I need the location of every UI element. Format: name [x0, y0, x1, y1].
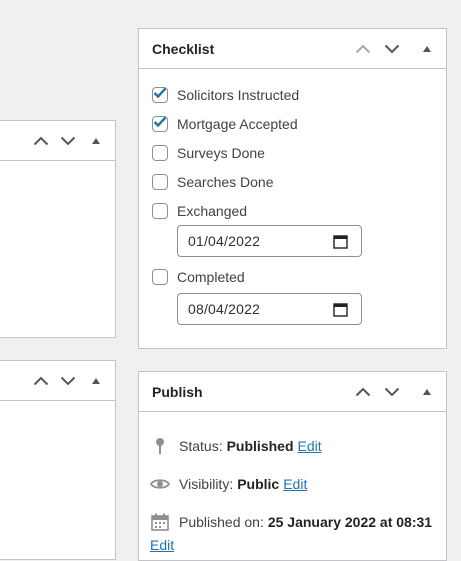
move-up-button[interactable] [352, 381, 374, 403]
checklist-item-surveys-done[interactable]: Surveys Done [152, 143, 265, 163]
published-on-label: Published on: [179, 514, 264, 530]
checklist-title: Checklist [152, 41, 215, 57]
publish-status-row: Status: Published Edit [150, 436, 322, 456]
checklist-panel: Checklist Solicitors Instructed Mortgage… [138, 28, 447, 349]
date-value: 08/04/2022 [188, 301, 261, 317]
visibility-value: Public [237, 476, 280, 492]
edit-status-link[interactable]: Edit [298, 438, 322, 454]
left-meta-box-upper-header [0, 121, 115, 161]
toggle-panel-button[interactable] [85, 130, 107, 152]
chevron-up-icon [33, 136, 49, 146]
left-meta-box-lower [0, 360, 116, 560]
triangle-up-icon [91, 137, 101, 145]
checklist-item-mortgage-accepted[interactable]: Mortgage Accepted [152, 114, 298, 134]
calendar-icon[interactable] [333, 302, 348, 322]
move-down-button[interactable] [57, 370, 79, 392]
calendar-icon[interactable] [333, 234, 348, 254]
move-down-button[interactable] [381, 381, 403, 403]
checkmark-icon [153, 86, 167, 104]
left-meta-box-lower-header [0, 361, 115, 401]
pin-icon [150, 436, 170, 456]
chevron-up-icon [355, 44, 371, 54]
checklist-item-label: Searches Done [177, 174, 274, 190]
edit-published-on-link[interactable]: Edit [150, 537, 174, 553]
date-value: 01/04/2022 [188, 233, 261, 249]
toggle-panel-button[interactable] [416, 38, 438, 60]
published-on-value: 25 January 2022 at 08:31 [267, 514, 433, 530]
checkbox[interactable] [152, 116, 168, 132]
chevron-down-icon [60, 376, 76, 386]
chevron-up-icon [355, 387, 371, 397]
move-down-button[interactable] [381, 38, 403, 60]
left-meta-box-upper [0, 120, 116, 338]
checklist-item-label: Completed [177, 269, 245, 285]
checklist-item-label: Exchanged [177, 203, 248, 219]
triangle-up-icon [91, 377, 101, 385]
eye-icon [150, 474, 170, 494]
move-up-button[interactable] [352, 38, 374, 60]
status-value: Published [226, 438, 294, 454]
checklist-item-label: Solicitors Instructed [177, 87, 300, 103]
status-label: Status: [179, 438, 223, 454]
checklist-item-label: Mortgage Accepted [177, 116, 298, 132]
chevron-up-icon [33, 376, 49, 386]
checklist-item-solicitors-instructed[interactable]: Solicitors Instructed [152, 85, 299, 105]
exchanged-date-input[interactable]: 01/04/2022 [177, 225, 362, 257]
publish-date-row: Published on: 25 January 2022 at 08:31 [150, 512, 432, 532]
toggle-panel-button[interactable] [416, 381, 438, 403]
checklist-item-exchanged[interactable]: Exchanged [152, 201, 247, 221]
publish-title: Publish [152, 384, 203, 400]
chevron-down-icon [60, 136, 76, 146]
checkmark-icon [153, 115, 167, 133]
move-down-button[interactable] [57, 130, 79, 152]
checklist-item-completed[interactable]: Completed [152, 267, 245, 287]
chevron-down-icon [384, 44, 400, 54]
calendar-icon [150, 512, 170, 532]
visibility-label: Visibility: [179, 476, 234, 492]
move-up-button[interactable] [30, 370, 52, 392]
toggle-panel-button[interactable] [85, 370, 107, 392]
checkbox[interactable] [152, 87, 168, 103]
publish-date-edit-row: Edit [150, 537, 174, 553]
triangle-up-icon [422, 45, 432, 53]
checklist-item-searches-done[interactable]: Searches Done [152, 172, 274, 192]
checkbox[interactable] [152, 269, 168, 285]
checkbox[interactable] [152, 145, 168, 161]
triangle-up-icon [422, 388, 432, 396]
checklist-header: Checklist [139, 29, 446, 69]
checkbox[interactable] [152, 174, 168, 190]
checkbox[interactable] [152, 203, 168, 219]
publish-visibility-row: Visibility: Public Edit [150, 474, 307, 494]
completed-date-input[interactable]: 08/04/2022 [177, 293, 362, 325]
publish-panel: Publish Status: Published Edit Visibilit… [138, 371, 447, 561]
checklist-item-label: Surveys Done [177, 145, 265, 161]
move-up-button[interactable] [30, 130, 52, 152]
chevron-down-icon [384, 387, 400, 397]
edit-visibility-link[interactable]: Edit [283, 476, 307, 492]
publish-header: Publish [139, 372, 446, 412]
